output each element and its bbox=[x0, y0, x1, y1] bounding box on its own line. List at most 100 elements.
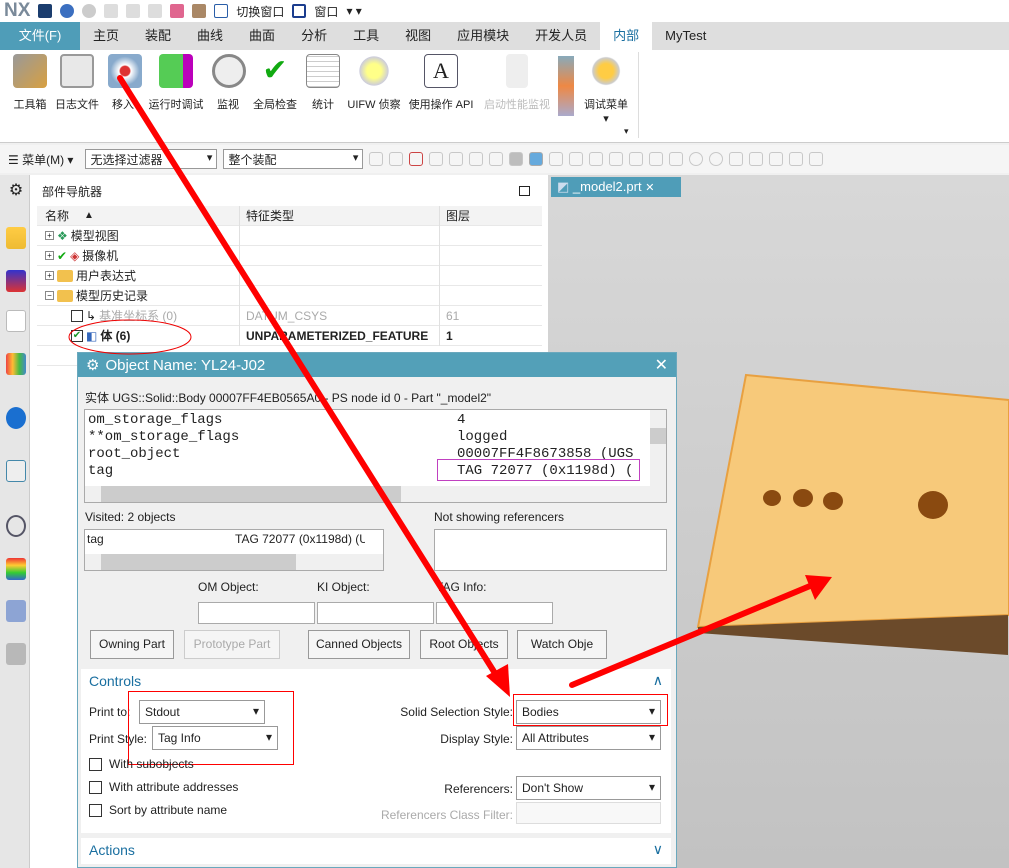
snap-icon[interactable] bbox=[389, 152, 404, 166]
settings-icon[interactable]: ⚙ bbox=[6, 180, 26, 202]
tab-home[interactable]: 主页 bbox=[80, 22, 132, 50]
visualization-icon[interactable] bbox=[6, 558, 26, 580]
table-row[interactable]: + ✔ ◈ 摄像机 bbox=[37, 245, 542, 266]
snap-icon[interactable] bbox=[369, 152, 384, 166]
robot-icon[interactable] bbox=[6, 643, 26, 665]
surface-icon[interactable] bbox=[769, 152, 784, 166]
close-icon[interactable]: ✕ bbox=[655, 355, 668, 375]
roles-icon[interactable] bbox=[6, 600, 26, 622]
history-icon[interactable] bbox=[6, 515, 26, 537]
copy-icon[interactable] bbox=[126, 4, 141, 18]
use-api-button[interactable]: A 使用操作 API bbox=[406, 54, 476, 112]
root-objects-button[interactable]: Root Objects bbox=[420, 630, 508, 659]
undo-icon[interactable] bbox=[60, 4, 75, 18]
tab-developer[interactable]: 开发人员 bbox=[522, 22, 600, 50]
web-browser-icon[interactable] bbox=[6, 460, 26, 482]
window-menu[interactable]: 窗口 bbox=[314, 3, 338, 20]
line-icon[interactable] bbox=[569, 152, 584, 166]
tab-file[interactable]: 文件(F) bbox=[0, 22, 80, 50]
table-row[interactable]: ↳ 基准坐标系 (0) DATUM_CSYS 61 bbox=[37, 305, 542, 326]
referencers-list[interactable] bbox=[434, 529, 667, 571]
referencers-dropdown[interactable]: Don't Show bbox=[516, 776, 661, 800]
owning-part-button[interactable]: Owning Part bbox=[90, 630, 174, 659]
info-icon[interactable] bbox=[6, 407, 26, 429]
paste-icon[interactable] bbox=[148, 4, 163, 18]
sort-by-name-checkbox[interactable] bbox=[89, 804, 102, 817]
visibility-checkbox[interactable]: ✔ bbox=[71, 329, 83, 342]
table-row[interactable]: + ❖ 模型视图 bbox=[37, 225, 542, 246]
snap-icon[interactable] bbox=[469, 152, 484, 166]
tab-internal[interactable]: 内部 bbox=[600, 22, 653, 50]
group-expand-icon[interactable]: ▾ bbox=[624, 126, 629, 137]
circle-icon[interactable] bbox=[709, 152, 724, 166]
tab-surface[interactable]: 曲面 bbox=[236, 22, 288, 50]
assembly-navigator-icon[interactable] bbox=[6, 227, 26, 249]
cube-icon[interactable] bbox=[529, 152, 544, 166]
line-icon[interactable] bbox=[589, 152, 604, 166]
move-in-button[interactable]: 移入 bbox=[108, 54, 142, 112]
with-subobjects-checkbox[interactable] bbox=[89, 758, 102, 771]
actions-section[interactable]: Actions ∨ bbox=[81, 838, 671, 864]
uifw-spy-button[interactable]: UIFW 侦察 bbox=[346, 54, 402, 112]
canned-objects-button[interactable]: Canned Objects bbox=[308, 630, 410, 659]
display-style-dropdown[interactable]: All Attributes bbox=[516, 726, 661, 750]
grid-icon[interactable] bbox=[809, 152, 824, 166]
horizontal-scrollbar[interactable] bbox=[85, 554, 383, 570]
view-icon[interactable] bbox=[509, 152, 524, 166]
snap-icon[interactable] bbox=[549, 152, 564, 166]
reuse-library-icon[interactable] bbox=[6, 353, 26, 375]
dialog-title-bar[interactable]: ⚙ Object Name: YL24-J02 ✕ bbox=[78, 353, 676, 377]
switch-window-button[interactable]: 切换窗口 bbox=[236, 3, 284, 20]
log-file-button[interactable]: 日志文件 bbox=[54, 54, 100, 112]
with-addresses-checkbox[interactable] bbox=[89, 781, 102, 794]
tab-applications[interactable]: 应用模块 bbox=[444, 22, 522, 50]
tab-assembly[interactable]: 装配 bbox=[132, 22, 184, 50]
plus-icon[interactable] bbox=[729, 152, 744, 166]
monitor-button[interactable]: 监视 bbox=[212, 54, 246, 112]
snap-icon[interactable] bbox=[429, 152, 444, 166]
curve-icon[interactable] bbox=[609, 152, 624, 166]
expand-icon[interactable]: + bbox=[45, 251, 54, 260]
scope-dropdown[interactable]: 整个装配 bbox=[223, 149, 364, 169]
part-navigator-icon[interactable] bbox=[6, 310, 26, 332]
window-icon[interactable] bbox=[292, 4, 307, 18]
cut-icon[interactable] bbox=[104, 4, 119, 18]
toolbox-button[interactable]: 工具箱 bbox=[10, 54, 50, 112]
line-icon[interactable] bbox=[749, 152, 764, 166]
tab-tools[interactable]: 工具 bbox=[340, 22, 392, 50]
column-feature-type[interactable]: 特征类型 bbox=[239, 205, 439, 226]
constraint-navigator-icon[interactable] bbox=[6, 270, 26, 292]
runtime-debug-button[interactable]: 运行时调试 bbox=[146, 54, 206, 112]
statistics-button[interactable]: 统计 bbox=[306, 54, 340, 112]
tag-info-field[interactable] bbox=[436, 602, 553, 624]
attribute-list[interactable]: om_storage_flags **om_storage_flags root_o… bbox=[84, 409, 667, 503]
save-icon[interactable] bbox=[38, 4, 53, 18]
filter-icon[interactable] bbox=[409, 152, 424, 166]
box-select-icon[interactable] bbox=[489, 152, 504, 166]
arc-icon[interactable] bbox=[669, 152, 684, 166]
debug-menu-button[interactable]: 调试菜单 ▾ bbox=[582, 54, 630, 125]
mesh-icon[interactable] bbox=[789, 152, 804, 166]
horizontal-scrollbar[interactable] bbox=[85, 486, 666, 502]
small-tools-icons[interactable] bbox=[558, 56, 574, 116]
network-icon[interactable] bbox=[170, 4, 185, 18]
chevron-up-icon[interactable]: ∧ bbox=[653, 672, 663, 689]
eraser-icon[interactable] bbox=[192, 4, 207, 18]
visibility-checkbox[interactable] bbox=[71, 309, 83, 322]
tab-curve[interactable]: 曲线 bbox=[184, 22, 236, 50]
visited-list[interactable]: tag TAG 72077 (0x1198d) (UG bbox=[84, 529, 384, 571]
table-row[interactable]: ✔ ◧ 体 (6) UNPARAMETERIZED_FEATURE 1 bbox=[37, 325, 542, 346]
vertical-scrollbar[interactable] bbox=[650, 410, 666, 486]
ki-object-field[interactable] bbox=[317, 602, 434, 624]
watch-objects-button[interactable]: Watch Obje bbox=[517, 630, 607, 659]
chevron-down-icon[interactable]: ∨ bbox=[653, 841, 663, 858]
global-check-button[interactable]: ✔ 全局检查 bbox=[250, 54, 300, 112]
maximize-icon[interactable] bbox=[519, 186, 530, 196]
snap-icon[interactable] bbox=[449, 152, 464, 166]
expand-icon[interactable]: + bbox=[45, 231, 54, 240]
redo-icon[interactable] bbox=[82, 4, 97, 18]
type-filter-dropdown[interactable]: 无选择过滤器 bbox=[85, 149, 218, 169]
wave-icon[interactable] bbox=[649, 152, 664, 166]
tab-mytest[interactable]: MyTest bbox=[652, 22, 719, 50]
column-layer[interactable]: 图层 bbox=[439, 205, 542, 226]
